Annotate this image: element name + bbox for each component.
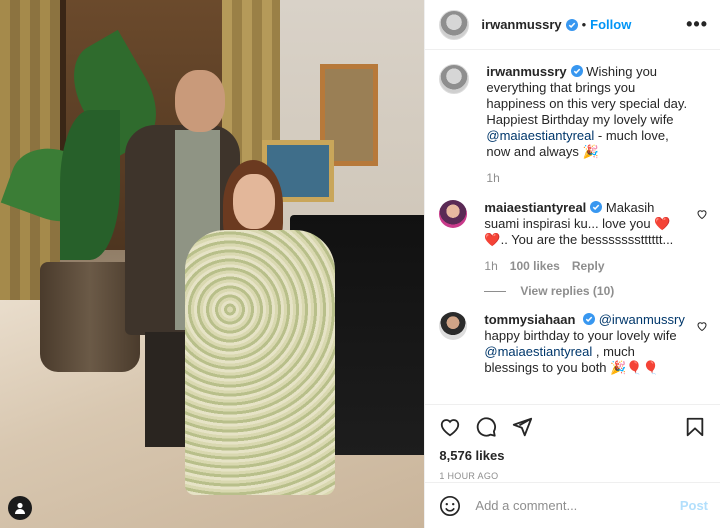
more-options-button[interactable]: ••• [686, 14, 708, 35]
post-side-panel: irwanmussry • Follow ••• irwanmussry Wis… [424, 0, 720, 528]
add-comment-bar: Post [425, 482, 720, 528]
comment-likes[interactable]: 100 likes [510, 258, 560, 274]
share-paper-plane-icon[interactable] [511, 416, 533, 438]
view-replies-button[interactable]: View replies (10) [484, 284, 708, 298]
tagged-user-icon[interactable] [8, 496, 32, 520]
comment-item: tommysiahaan @irwanmussry happy birthday… [439, 312, 708, 376]
view-replies-label: View replies (10) [520, 284, 615, 298]
like-comment-heart-icon[interactable] [696, 208, 708, 220]
commenter-avatar[interactable] [439, 312, 468, 340]
mention-link[interactable]: @maiaestiantyreal [486, 128, 594, 143]
comment-time: 1h [486, 171, 500, 185]
like-comment-heart-icon[interactable] [696, 320, 708, 332]
person-icon [15, 502, 25, 514]
comment-item: maiaestiantyreal Makasih suami inspirasi… [439, 200, 708, 274]
comment-bubble-icon[interactable] [475, 416, 497, 438]
post-timestamp: 1 HOUR AGO [439, 471, 499, 481]
reply-button[interactable]: Reply [572, 258, 605, 274]
verified-badge-icon [565, 18, 578, 31]
like-heart-icon[interactable] [439, 416, 461, 438]
comment-username[interactable]: irwanmussry [486, 64, 566, 79]
verified-badge-icon [570, 65, 583, 77]
likes-count[interactable]: 8,576 likes [439, 448, 706, 463]
save-bookmark-icon[interactable] [684, 416, 706, 438]
comments-list[interactable]: irwanmussry Wishing you everything that … [425, 50, 720, 404]
post-actions: 8,576 likes 1 HOUR AGO [425, 404, 720, 482]
comment-time: 1h [484, 259, 498, 273]
post-comment-button[interactable]: Post [680, 498, 708, 513]
comment-input[interactable] [473, 497, 680, 514]
replies-divider-line [484, 290, 507, 292]
separator-dot: • [581, 17, 587, 32]
verified-badge-icon [583, 313, 596, 325]
photo-leaf [60, 110, 120, 260]
post-header: irwanmussry • Follow ••• [425, 0, 720, 50]
caption: irwanmussry Wishing you everything that … [439, 64, 708, 186]
comment-text: happy birthday to your lovely wife [484, 328, 677, 343]
photo-woman [185, 160, 335, 505]
mention-link[interactable]: @maiaestiantyreal [484, 344, 592, 359]
comment-username[interactable]: tommysiahaan [484, 312, 575, 327]
author-username[interactable]: irwanmussry [481, 17, 561, 32]
author-avatar[interactable] [439, 9, 470, 40]
instagram-post-view: irwanmussry • Follow ••• irwanmussry Wis… [0, 0, 720, 528]
commenter-avatar[interactable] [439, 200, 468, 228]
emoji-icon[interactable] [439, 495, 461, 517]
verified-badge-icon [590, 201, 603, 213]
commenter-avatar[interactable] [439, 64, 470, 94]
mention-link[interactable]: @irwanmussry [599, 312, 685, 327]
comment-username[interactable]: maiaestiantyreal [484, 200, 586, 215]
post-photo[interactable] [0, 0, 425, 528]
follow-button[interactable]: Follow [590, 17, 631, 32]
